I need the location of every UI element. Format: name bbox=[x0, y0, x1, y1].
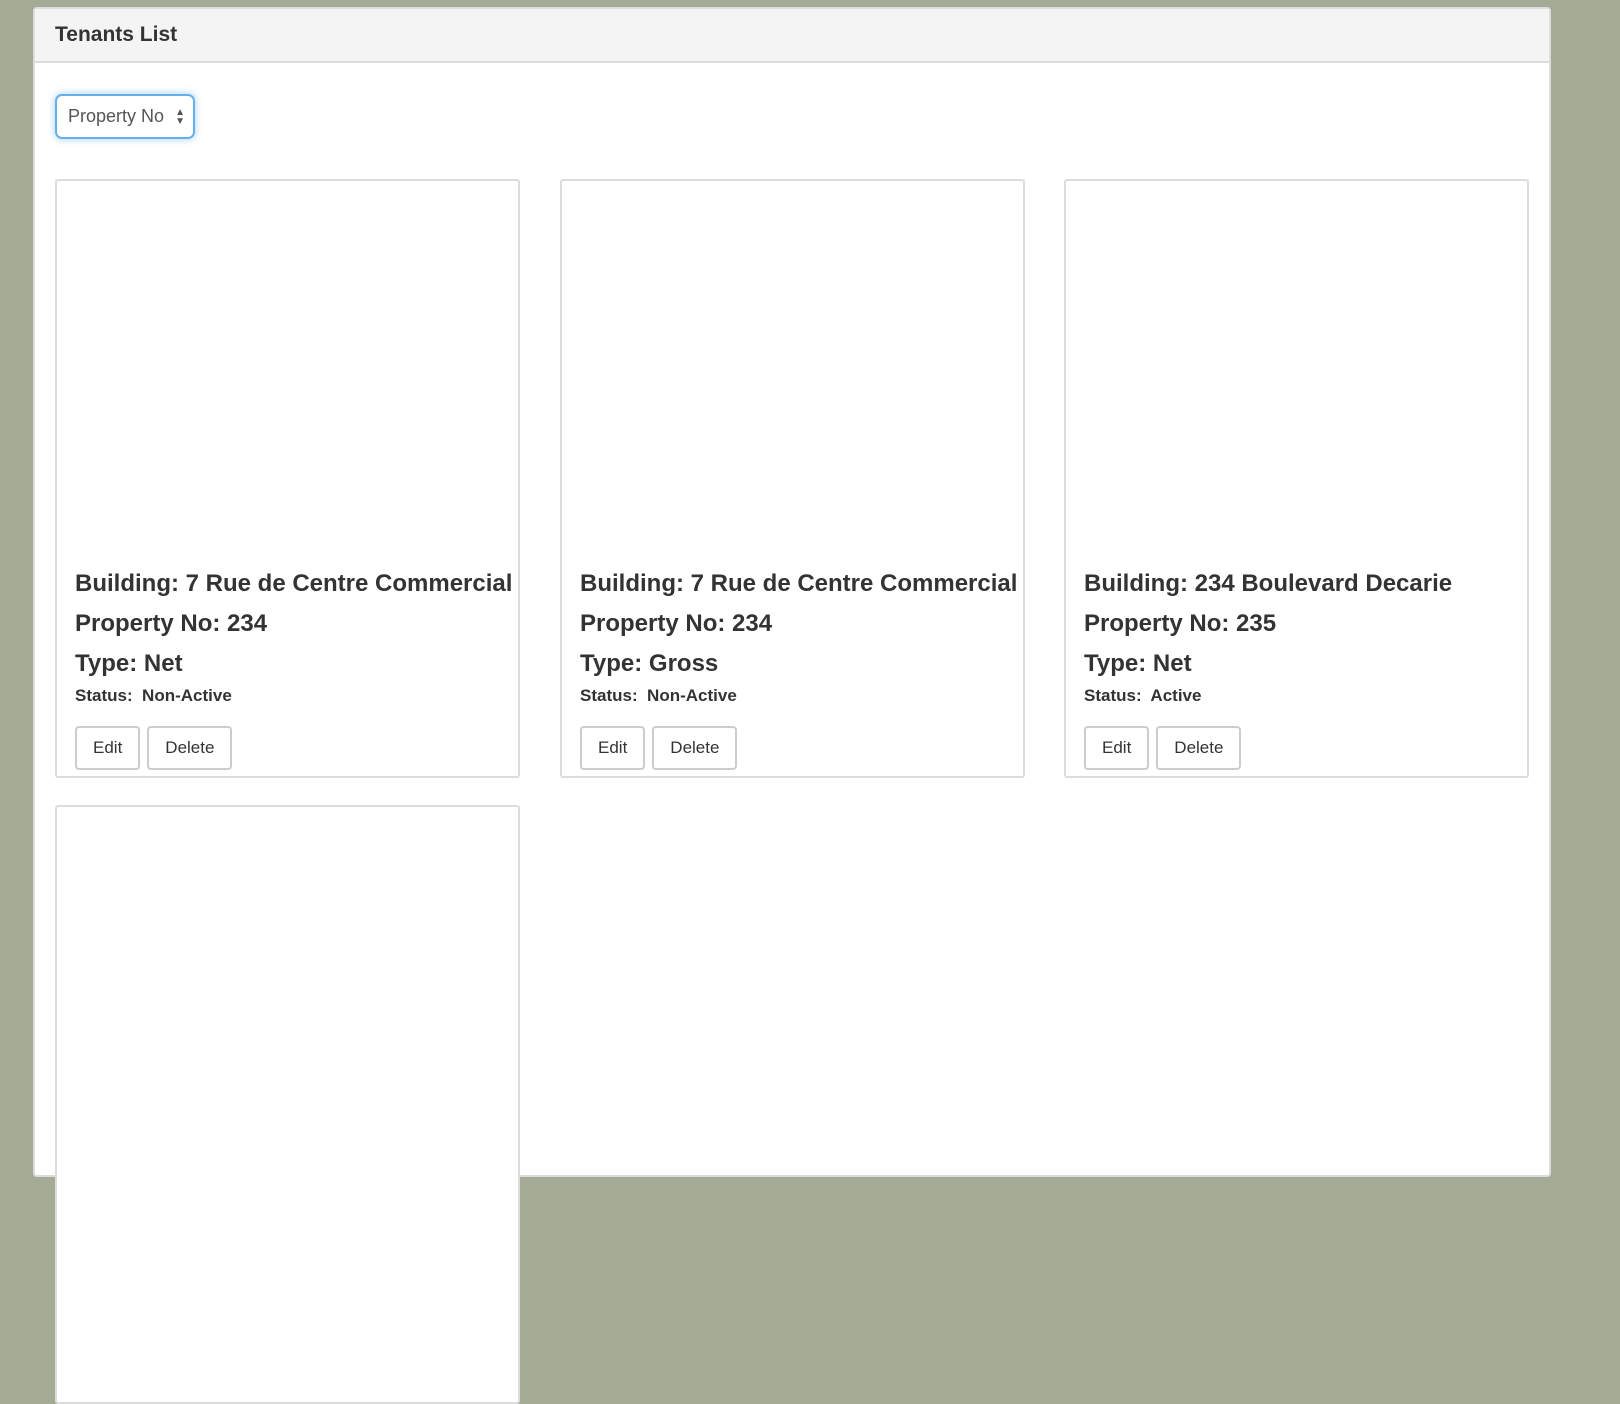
tenant-type: Type: Net bbox=[75, 650, 183, 677]
tenant-property-no: Property No: 235 bbox=[1084, 610, 1277, 637]
tenant-card: Building: 7 Rue de Centre Commercial Pro… bbox=[55, 179, 520, 778]
panel-header: Tenants List bbox=[35, 9, 1549, 63]
select-arrows-icon: ▲ ▼ bbox=[175, 107, 185, 127]
sort-select-value: Property No bbox=[68, 106, 165, 126]
edit-button[interactable]: Edit bbox=[1084, 726, 1150, 770]
delete-button[interactable]: Delete bbox=[652, 726, 738, 770]
tenant-building: Building: 7 Rue de Centre Commercial bbox=[75, 570, 513, 597]
tenant-status: Status: Non-Active bbox=[75, 686, 232, 705]
tenant-type: Type: Gross bbox=[580, 650, 719, 677]
page-title: Tenants List bbox=[55, 23, 178, 46]
tenant-status: Status: Non-Active bbox=[580, 686, 737, 705]
tenant-building: Building: 7 Rue de Centre Commercial bbox=[580, 570, 1018, 597]
edit-button[interactable]: Edit bbox=[75, 726, 141, 770]
delete-button[interactable]: Delete bbox=[1156, 726, 1242, 770]
tenant-status: Status: Active bbox=[1084, 686, 1202, 705]
tenant-type: Type: Net bbox=[1084, 650, 1192, 677]
tenant-card: Building: 234 Boulevard Decarie Property… bbox=[1064, 179, 1529, 778]
tenant-building: Building: 234 Boulevard Decarie bbox=[1084, 570, 1453, 597]
edit-button[interactable]: Edit bbox=[580, 726, 646, 770]
tenant-property-no: Property No: 234 bbox=[75, 610, 268, 637]
tenants-panel: Tenants List Property No ▲ ▼ Building: 7 … bbox=[33, 7, 1551, 1404]
tenant-card-partial bbox=[55, 805, 520, 1404]
sort-select[interactable]: Property No ▲ ▼ bbox=[55, 94, 195, 139]
tenant-property-no: Property No: 234 bbox=[580, 610, 773, 637]
tenant-card: Building: 7 Rue de Centre Commercial Pro… bbox=[560, 179, 1025, 778]
delete-button[interactable]: Delete bbox=[147, 726, 233, 770]
